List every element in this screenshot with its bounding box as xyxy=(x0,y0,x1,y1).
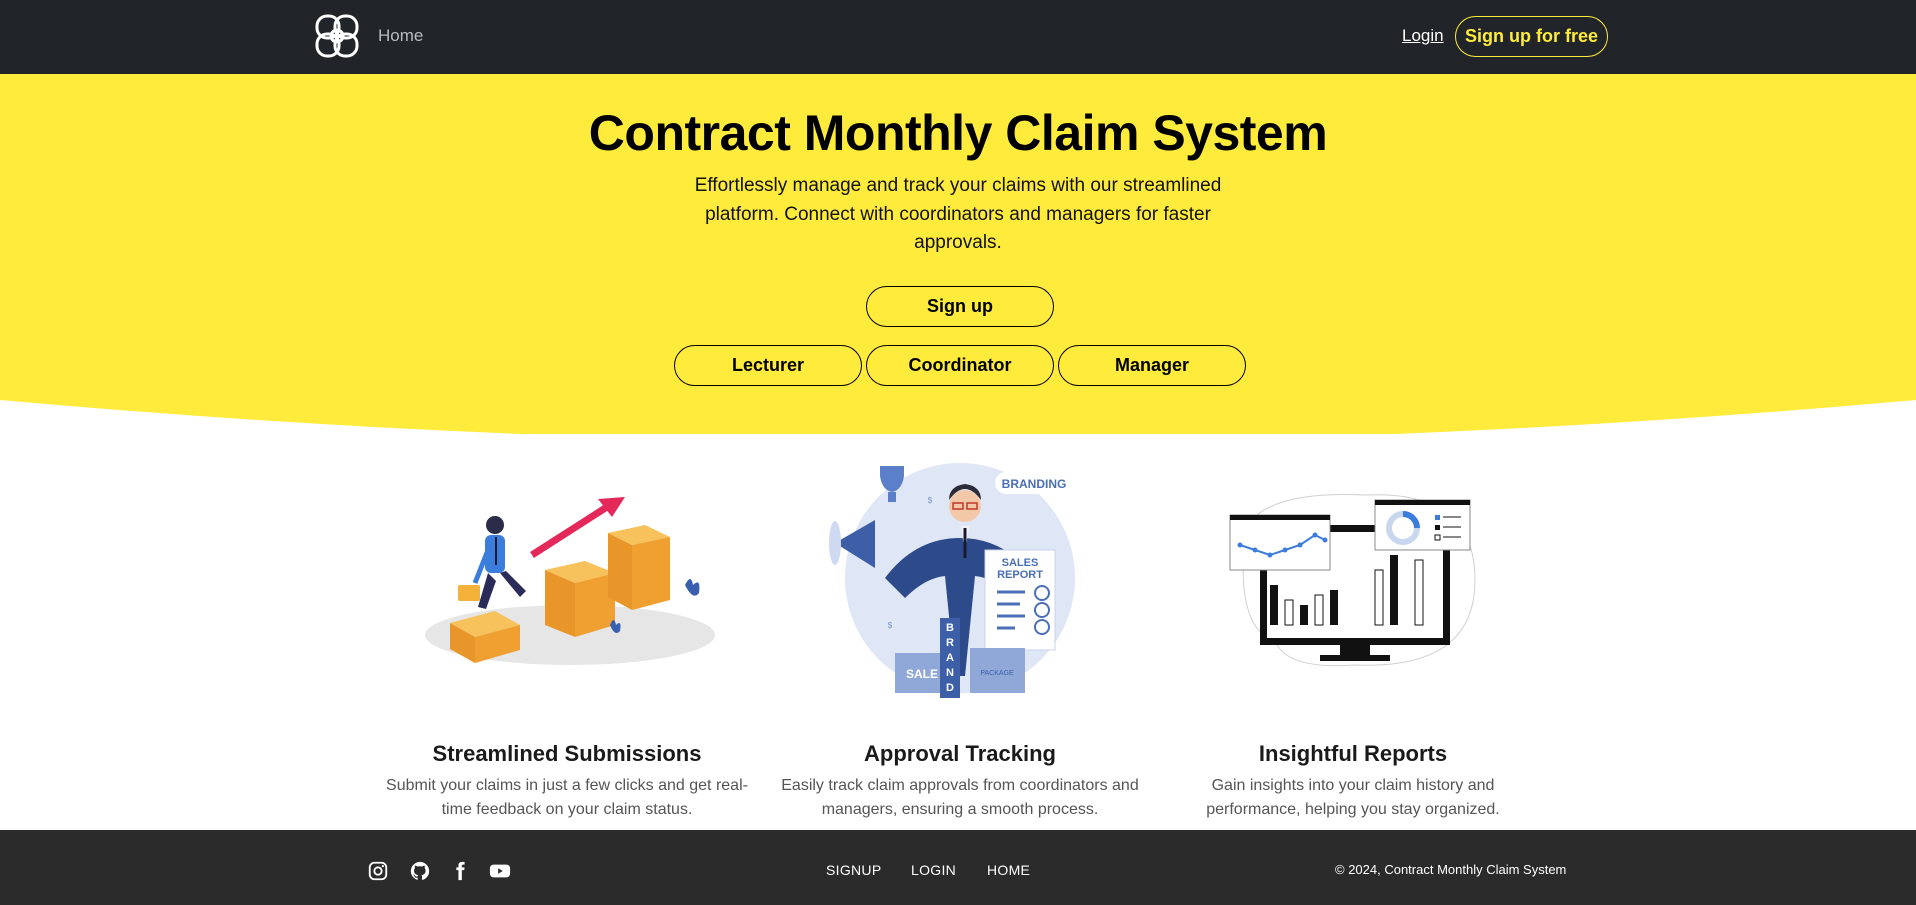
footer-signup-link[interactable]: SIGNUP xyxy=(826,862,881,878)
logo-icon[interactable] xyxy=(311,10,363,62)
lecturer-button[interactable]: Lecturer xyxy=(674,345,862,386)
nav-login-link[interactable]: Login xyxy=(1402,26,1444,46)
hero-signup-button[interactable]: Sign up xyxy=(866,286,1054,327)
footer xyxy=(0,830,1916,905)
dollar-coin-1: $ xyxy=(928,496,933,505)
nav-signup-button[interactable]: Sign up for free xyxy=(1455,16,1608,57)
feature-title-reports: Insightful Reports xyxy=(1258,741,1448,766)
brand-letter-b: B xyxy=(946,622,954,634)
feature-title-approval: Approval Tracking xyxy=(864,741,1056,766)
feature-desc-approval: Easily track claim approvals from coordi… xyxy=(781,777,1139,818)
branding-label: BRANDING xyxy=(1002,477,1067,491)
branding-illustration: BRANDING SALES REPORT SALE PACKAGE B R A… xyxy=(829,463,1075,698)
brand-letter-d: D xyxy=(946,682,954,694)
brand-letter-n: N xyxy=(946,667,954,679)
sale-label: SALE xyxy=(906,667,938,681)
report-label: REPORT xyxy=(997,569,1043,581)
feature-title-submissions: Streamlined Submissions xyxy=(432,741,702,766)
hero-description: Effortlessly manage and track your claim… xyxy=(694,175,1222,253)
navbar xyxy=(0,0,1916,74)
reports-illustration xyxy=(1229,493,1476,667)
growth-illustration xyxy=(425,497,715,665)
github-icon[interactable] xyxy=(409,860,431,882)
brand-letter-r: R xyxy=(946,637,954,649)
sales-label: SALES xyxy=(1002,557,1039,569)
package-label: PACKAGE xyxy=(980,670,1014,677)
copyright-text: © 2024, Contract Monthly Claim System xyxy=(1335,862,1567,877)
feature-desc-reports: Gain insights into your claim history an… xyxy=(1206,777,1500,818)
coordinator-button[interactable]: Coordinator xyxy=(866,345,1054,386)
brand-letter-a: A xyxy=(946,652,954,664)
manager-button[interactable]: Manager xyxy=(1058,345,1246,386)
facebook-icon[interactable] xyxy=(449,860,471,882)
footer-login-link[interactable]: LOGIN xyxy=(911,862,956,878)
dollar-coin-2: $ xyxy=(888,621,893,630)
feature-desc-submissions: Submit your claims in just a few clicks … xyxy=(386,777,748,818)
page-title: Contract Monthly Claim System xyxy=(588,105,1328,161)
instagram-icon[interactable] xyxy=(367,860,389,882)
footer-home-link[interactable]: HOME xyxy=(987,862,1030,878)
youtube-icon[interactable] xyxy=(489,860,511,882)
nav-home-link[interactable]: Home xyxy=(378,26,423,46)
